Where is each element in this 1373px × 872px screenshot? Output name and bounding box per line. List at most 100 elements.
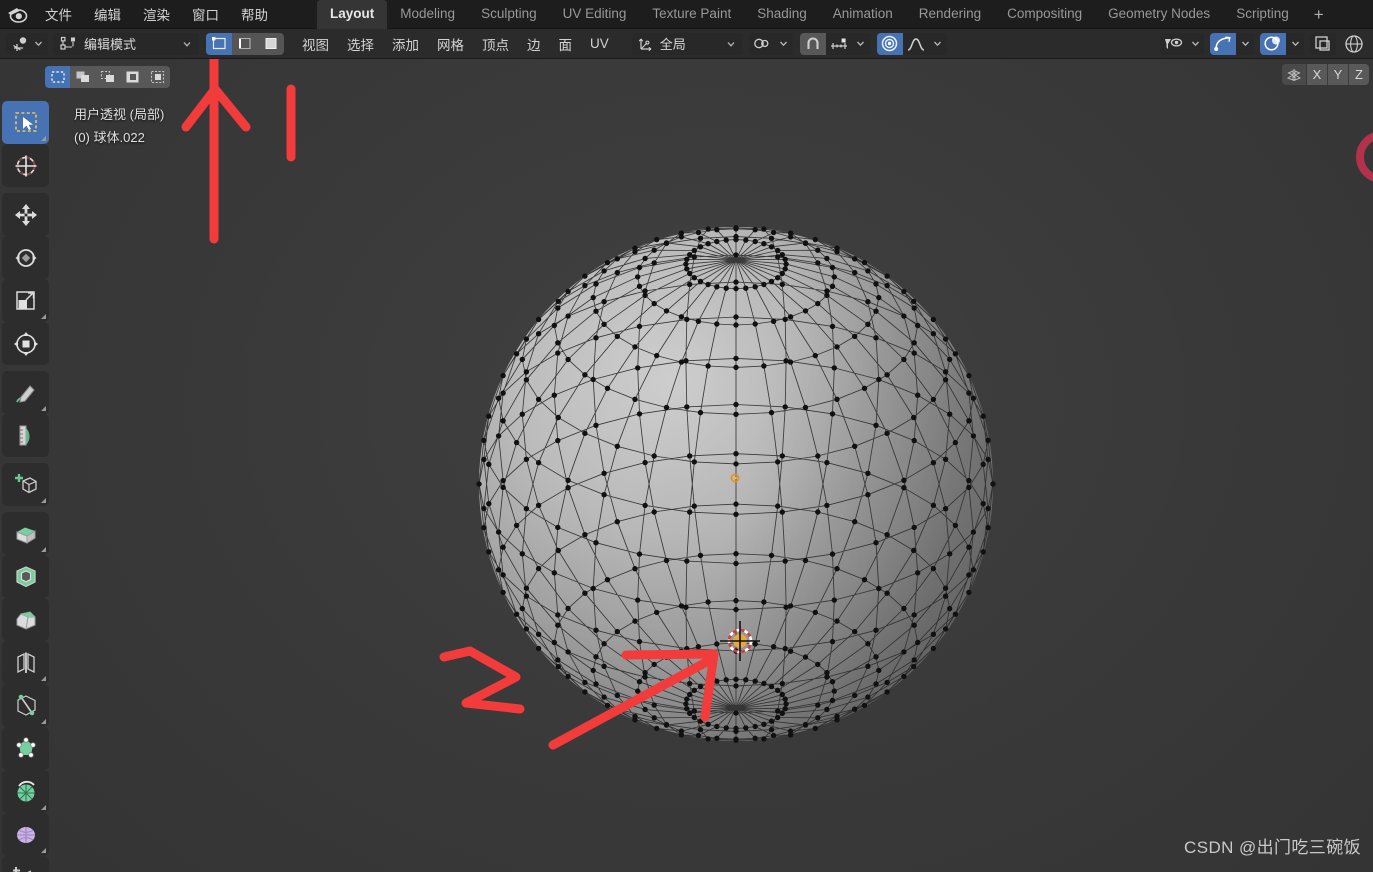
viewport-menu-3[interactable]: 网格 — [428, 31, 473, 57]
bevel-icon — [13, 607, 39, 633]
workspace-tab-scripting[interactable]: Scripting — [1223, 0, 1302, 29]
viewport-menu-4[interactable]: 顶点 — [473, 31, 518, 57]
falloff-chevron-down-icon[interactable] — [928, 32, 947, 55]
tool-submenu-indicator[interactable] — [41, 406, 46, 411]
tool-move[interactable] — [2, 193, 49, 236]
editor-type-3dviewport-icon[interactable] — [6, 32, 48, 55]
viewport-menu-6[interactable]: 面 — [550, 31, 582, 57]
workspace-tab-animation[interactable]: Animation — [820, 0, 906, 29]
tool-inset-faces[interactable] — [2, 555, 49, 598]
edge-select-button[interactable] — [232, 32, 258, 55]
xray-toggle-icon[interactable] — [1310, 32, 1336, 55]
select-invert-button[interactable] — [120, 66, 145, 88]
tool-tweak-select-box[interactable] — [2, 101, 49, 144]
workspace-tab-rendering[interactable]: Rendering — [906, 0, 994, 29]
symmetry-axis-z[interactable]: Z — [1348, 64, 1369, 85]
workspace-tab-modeling[interactable]: Modeling — [387, 0, 468, 29]
annotate-pencil-icon — [13, 380, 39, 406]
magnet-icon[interactable] — [799, 32, 826, 55]
menu-item-2[interactable]: 渲染 — [132, 0, 181, 28]
face-select-button[interactable] — [258, 32, 284, 55]
tool-measure[interactable] — [2, 414, 49, 457]
transform-orientation-select[interactable]: 全局 — [631, 32, 742, 55]
gizmo-group — [1210, 32, 1254, 55]
workspace-tab-compositing[interactable]: Compositing — [994, 0, 1095, 29]
edge-slide-icon — [12, 865, 39, 872]
tool-edge-slide[interactable] — [2, 856, 49, 872]
tool-submenu-indicator[interactable] — [41, 498, 46, 503]
blender-logo-icon[interactable] — [0, 0, 34, 29]
snapping-group — [799, 32, 870, 55]
menu-item-0[interactable]: 文件 — [34, 0, 83, 28]
viewport-menu-5[interactable]: 边 — [518, 31, 550, 57]
tool-transform[interactable] — [2, 322, 49, 365]
visibility-group — [1160, 32, 1204, 55]
interaction-mode-select[interactable]: 编辑模式 — [53, 32, 199, 55]
shading-wireframe-icon[interactable] — [1341, 33, 1367, 55]
menu-item-4[interactable]: 帮助 — [230, 0, 279, 28]
loop-cut-icon — [13, 650, 39, 676]
viewport-menu-2[interactable]: 添加 — [383, 31, 428, 57]
mesh-select-mode-group — [206, 32, 284, 55]
tool-submenu-indicator[interactable] — [41, 719, 46, 724]
tool-add-cube[interactable] — [2, 463, 49, 506]
workspace-tab-shading[interactable]: Shading — [744, 0, 820, 29]
select-extend-button[interactable] — [70, 66, 95, 88]
tool-extrude-region[interactable] — [2, 512, 49, 555]
tool-rotate[interactable] — [2, 236, 49, 279]
select-subtract-button[interactable] — [95, 66, 120, 88]
tool-spin[interactable] — [2, 770, 49, 813]
gizmo-chevron-down-icon[interactable] — [1236, 32, 1254, 55]
workspace-tab-sculpting[interactable]: Sculpting — [468, 0, 550, 29]
uv-sphere-mesh[interactable] — [0, 59, 1373, 872]
viewport-menu-0[interactable]: 视图 — [293, 31, 338, 57]
snap-chevron-down-icon[interactable] — [851, 32, 870, 55]
workspace-tab-uv-editing[interactable]: UV Editing — [550, 0, 640, 29]
blender-window: 文件 编辑 渲染 窗口 帮助 Layout Modeling Sculpting UV Edi… — [0, 0, 1373, 872]
tool-poly-build[interactable] — [2, 727, 49, 770]
tool-scale[interactable] — [2, 279, 49, 322]
snap-target-increment-icon[interactable] — [825, 32, 852, 55]
tool-cursor[interactable] — [2, 144, 49, 187]
symmetry-axis-x[interactable]: X — [1306, 64, 1327, 85]
gizmo-icon[interactable] — [1210, 32, 1236, 55]
vertex-select-button[interactable] — [206, 32, 232, 55]
extrude-region-icon — [13, 521, 39, 547]
mirror-symmetry-icon[interactable] — [1282, 64, 1306, 85]
pivot-point-icon[interactable] — [748, 32, 775, 55]
proportional-edit-icon[interactable] — [876, 32, 903, 55]
tool-submenu-indicator[interactable] — [41, 676, 46, 681]
workspace-tab-geometry-nodes[interactable]: Geometry Nodes — [1095, 0, 1223, 29]
tool-submenu-indicator[interactable] — [41, 547, 46, 552]
menu-item-1[interactable]: 编辑 — [83, 0, 132, 28]
tool-submenu-indicator[interactable] — [41, 136, 46, 141]
workspace-tab-texture-paint[interactable]: Texture Paint — [639, 0, 744, 29]
workspace-tab-layout[interactable]: Layout — [317, 0, 388, 29]
overlays-chevron-down-icon[interactable] — [1286, 32, 1304, 55]
pivot-chevron-down-icon[interactable] — [774, 32, 793, 55]
chevron-down-icon — [35, 41, 42, 47]
tool-knife[interactable] — [2, 684, 49, 727]
tool-smooth[interactable] — [2, 813, 49, 856]
3d-viewport[interactable]: 用户透视 (局部) (0) 球体.022 X Y Z CSDN @出门吃三碗饭 — [0, 59, 1373, 872]
tool-submenu-indicator[interactable] — [41, 805, 46, 810]
viewport-menu-7[interactable]: UV — [581, 33, 618, 54]
tool-submenu-indicator[interactable] — [41, 314, 46, 319]
proportional-editing-group — [876, 32, 947, 55]
tool-submenu-indicator[interactable] — [41, 848, 46, 853]
symmetry-axis-y[interactable]: Y — [1327, 64, 1348, 85]
visibility-chevron-down-icon[interactable] — [1186, 32, 1204, 55]
transform-orientation-label: 全局 — [659, 37, 686, 52]
viewport-menu-1[interactable]: 选择 — [338, 31, 383, 57]
tool-loop-cut[interactable] — [2, 641, 49, 684]
transform-icon — [13, 331, 39, 357]
menu-item-3[interactable]: 窗口 — [181, 0, 230, 28]
select-intersect-button[interactable] — [145, 66, 170, 88]
add-workspace-button[interactable]: + — [1302, 4, 1336, 29]
tool-bevel[interactable] — [2, 598, 49, 641]
visibility-selectability-icon[interactable] — [1160, 32, 1186, 55]
proportional-falloff-icon[interactable] — [902, 32, 929, 55]
chevron-down-icon — [727, 41, 735, 47]
tool-annotate[interactable] — [2, 371, 49, 414]
overlays-icon[interactable] — [1260, 32, 1286, 55]
